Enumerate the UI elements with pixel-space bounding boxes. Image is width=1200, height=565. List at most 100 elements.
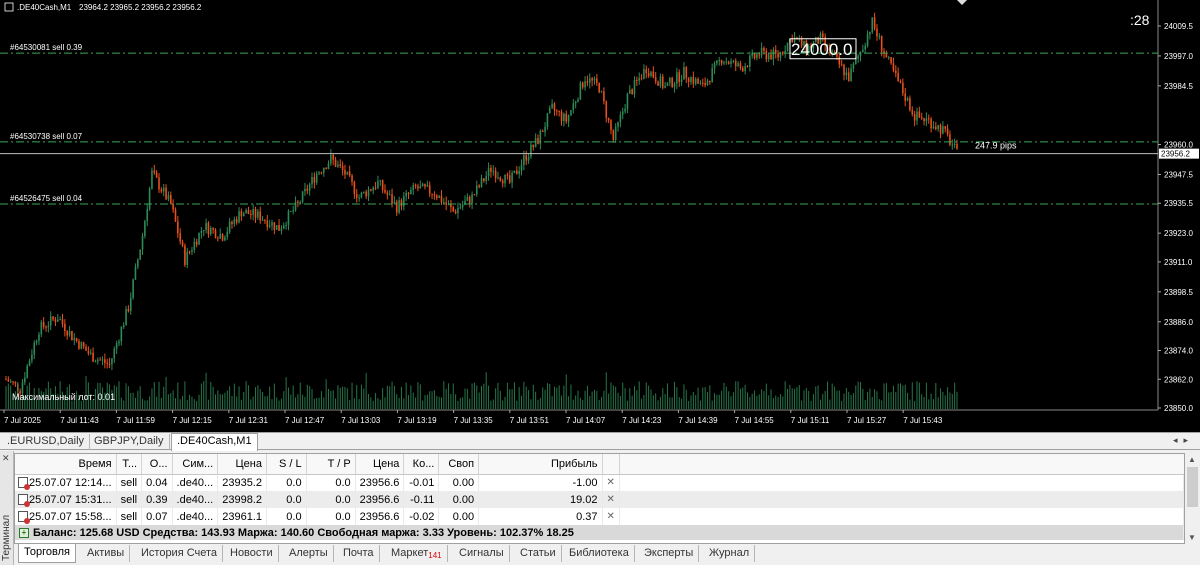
- cell-tp[interactable]: 0.0: [306, 508, 356, 525]
- col-current-price[interactable]: Цена: [355, 454, 405, 475]
- col-price[interactable]: Цена: [217, 454, 267, 475]
- candle-body: [953, 143, 956, 145]
- candle-body: [414, 184, 417, 187]
- cell-symbol: .de40...: [172, 474, 219, 491]
- cell-sl[interactable]: 0.0: [266, 474, 307, 491]
- col-swap[interactable]: Своп: [438, 454, 480, 475]
- tab-articles[interactable]: Статьи: [515, 545, 562, 562]
- close-order-icon[interactable]: ✕: [602, 508, 620, 525]
- cell-current-price: 23956.6: [355, 508, 405, 525]
- tab-experts[interactable]: Эксперты: [639, 545, 700, 562]
- price-tick-label: 23935.5: [1164, 199, 1193, 208]
- price-label-24000: 24000.0: [791, 40, 852, 59]
- candle-body: [598, 83, 600, 93]
- candle-body: [897, 73, 899, 82]
- cell-tp[interactable]: 0.0: [306, 474, 356, 491]
- candle-body: [511, 172, 513, 183]
- candle-body: [47, 325, 50, 328]
- chart-shift-icon[interactable]: [957, 0, 967, 5]
- candle-body: [111, 358, 113, 365]
- table-row[interactable]: 25.07.07 15:58... sell 0.07 .de40... 239…: [15, 508, 1184, 525]
- chart-tab-de40[interactable]: .DE40Cash,M1: [171, 433, 258, 451]
- candle-body: [892, 63, 895, 71]
- candle-body: [937, 125, 939, 130]
- price-chart[interactable]: 24009.5 23997.0 23984.5 23960.0 23947.5 23935…: [0, 0, 1200, 432]
- tab-scroll-arrows-icon[interactable]: ◂▸: [1173, 435, 1194, 446]
- candle-body: [38, 334, 40, 341]
- chart-tab-gbpjpy[interactable]: GBPJPY,Daily: [89, 434, 170, 450]
- candle-body: [66, 331, 69, 336]
- candle-body: [419, 186, 422, 189]
- candle-body: [148, 188, 151, 209]
- tab-signals[interactable]: Сигналы: [454, 545, 510, 562]
- close-order-icon[interactable]: ✕: [602, 474, 620, 491]
- table-row[interactable]: 25.07.07 12:14... sell 0.04 .de40... 239…: [15, 474, 1184, 491]
- col-sl[interactable]: S / L: [266, 454, 307, 475]
- col-symbol[interactable]: Сим...: [172, 454, 219, 475]
- col-time[interactable]: Время: [15, 454, 117, 475]
- cell-sl[interactable]: 0.0: [266, 491, 307, 508]
- candle-body: [332, 154, 335, 160]
- candle-body: [240, 211, 243, 217]
- candle-body: [523, 155, 525, 165]
- tab-library[interactable]: Библиотека: [564, 545, 635, 562]
- candlestick-chart-svg[interactable]: 24009.5 23997.0 23984.5 23960.0 23947.5 23935…: [0, 0, 1200, 432]
- balance-cell: + Баланс: 125.68 USD Средства: 143.93 Мар…: [15, 525, 1184, 540]
- chart-tab-eurusd[interactable]: .EURUSD,Daily: [2, 434, 91, 450]
- col-profit[interactable]: Прибыль: [478, 454, 603, 475]
- candle-body: [417, 186, 419, 189]
- candle-body: [282, 225, 285, 229]
- candle-body: [221, 234, 224, 241]
- scroll-up-icon[interactable]: ▲: [1188, 455, 1196, 464]
- col-tp[interactable]: T / P: [306, 454, 356, 475]
- candle-body: [151, 170, 153, 189]
- tab-alerts[interactable]: Алерты: [284, 545, 334, 562]
- candle-body: [530, 144, 532, 157]
- col-type[interactable]: Т...: [116, 454, 143, 475]
- candle-body: [657, 81, 659, 86]
- candle-body: [697, 78, 699, 84]
- candle-body: [167, 195, 170, 200]
- candle-body: [699, 82, 702, 84]
- candle-body: [99, 359, 101, 361]
- candle-body: [75, 338, 78, 342]
- table-scrollbar[interactable]: ▲ ▼: [1185, 453, 1200, 544]
- col-volume[interactable]: О...: [141, 454, 173, 475]
- candle-body: [363, 191, 365, 193]
- cell-tp[interactable]: 0.0: [306, 491, 356, 508]
- candle-body: [586, 81, 589, 83]
- tab-assets[interactable]: Активы: [82, 545, 131, 562]
- sell-order-icon: [18, 494, 30, 508]
- tab-journal[interactable]: Журнал: [704, 545, 756, 562]
- tab-market[interactable]: Маркет141: [386, 545, 448, 562]
- candle-body: [358, 197, 360, 199]
- scroll-down-icon[interactable]: ▼: [1188, 533, 1196, 542]
- col-close: [602, 454, 620, 475]
- close-order-icon[interactable]: ✕: [602, 491, 620, 508]
- col-commission[interactable]: Ко...: [403, 454, 440, 475]
- candle-body: [876, 28, 878, 37]
- candle-body: [271, 222, 273, 226]
- candle-body: [412, 184, 415, 191]
- candle-body: [54, 319, 57, 322]
- candle-body: [80, 342, 83, 349]
- tab-account-history[interactable]: История Счета: [136, 545, 224, 562]
- candle-body: [673, 83, 676, 87]
- scroll-thumb[interactable]: [1187, 467, 1198, 507]
- candle-body: [647, 73, 650, 77]
- candle-body: [179, 233, 181, 242]
- table-row[interactable]: 25.07.07 15:31... sell 0.39 .de40... 239…: [15, 491, 1184, 508]
- candle-body: [661, 76, 664, 88]
- tab-news[interactable]: Новости: [225, 545, 279, 562]
- tab-trade[interactable]: Торговля: [18, 544, 76, 563]
- cell-sl[interactable]: 0.0: [266, 508, 307, 525]
- candle-body: [254, 209, 257, 218]
- time-tick-label: 7 Jul 14:55: [735, 416, 775, 425]
- candle-body: [581, 82, 584, 88]
- candle-body: [391, 194, 393, 204]
- candle-body: [518, 170, 520, 174]
- tab-mail[interactable]: Почта: [338, 545, 380, 562]
- candle-body: [421, 183, 424, 187]
- close-icon[interactable]: ✕: [2, 453, 10, 464]
- candle-body: [219, 234, 222, 239]
